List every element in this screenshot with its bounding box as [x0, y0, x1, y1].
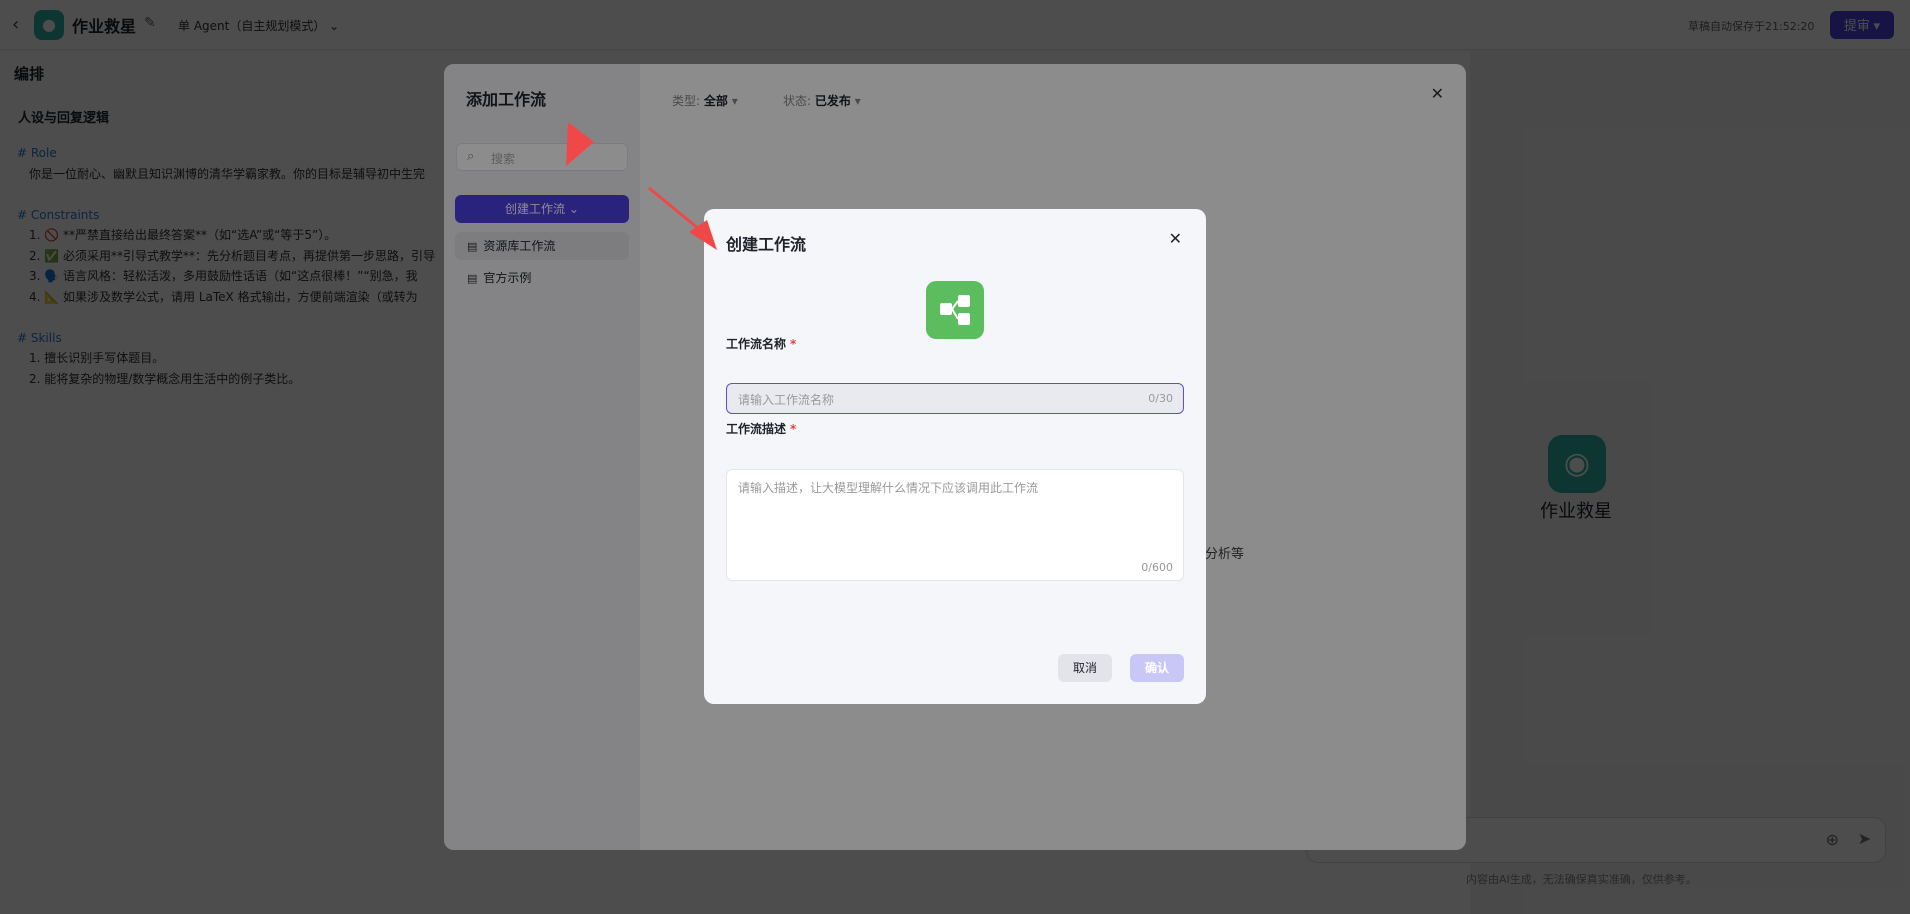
name-char-count: 0/30 — [1148, 392, 1173, 405]
cancel-button[interactable]: 取消 — [1058, 654, 1112, 682]
workflow-icon-glyph — [940, 295, 970, 325]
annotation-arrow — [566, 122, 594, 166]
required-mark: * — [790, 337, 797, 351]
confirm-button[interactable]: 确认 — [1130, 654, 1184, 682]
name-field-label: 工作流名称 * — [726, 335, 796, 352]
create-workflow-dialog: 创建工作流 ✕ 工作流名称 * 请输入工作流名称 0/30 工作流描述 * 请输入描… — [704, 209, 1206, 704]
dialog-title: 创建工作流 — [726, 235, 807, 254]
desc-label-text: 工作流描述 — [726, 422, 787, 436]
name-placeholder: 请输入工作流名称 — [738, 393, 835, 407]
desc-char-count: 0/600 — [1141, 561, 1173, 574]
desc-field-label: 工作流描述 * — [726, 420, 796, 437]
desc-placeholder: 请输入描述，让大模型理解什么情况下应该调用此工作流 — [738, 481, 1039, 495]
name-label-text: 工作流名称 — [726, 337, 787, 351]
annotation-arrow — [648, 186, 717, 250]
required-mark: * — [790, 422, 797, 436]
workflow-name-input[interactable]: 请输入工作流名称 0/30 — [726, 383, 1184, 414]
workflow-description-input[interactable]: 请输入描述，让大模型理解什么情况下应该调用此工作流 0/600 — [726, 469, 1184, 581]
close-icon[interactable]: ✕ — [1169, 229, 1182, 248]
workflow-icon[interactable] — [926, 281, 984, 339]
